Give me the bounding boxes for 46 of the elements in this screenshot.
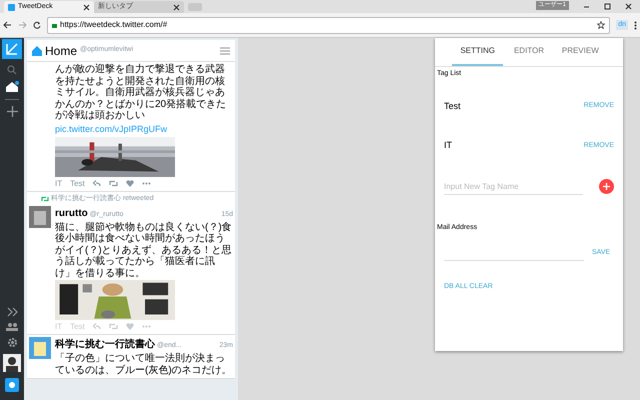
tweet-link[interactable]: pic.twitter.com/vJpIPRgUFw (55, 122, 233, 136)
close-icon[interactable] (625, 3, 632, 10)
plus-icon (603, 183, 610, 190)
retweet-icon[interactable] (108, 180, 118, 187)
tag-input[interactable]: Input New Tag Name (444, 178, 584, 194)
home-icon (32, 46, 42, 56)
like-icon[interactable] (126, 180, 134, 187)
back-icon[interactable] (3, 21, 12, 29)
tweet-text: 「子の色」について唯一法則が決まっているのは、ブルー(灰色)のネコだけ。 (55, 353, 233, 376)
tag-name: Test (444, 100, 461, 112)
tag-label[interactable]: Test (70, 178, 85, 190)
author-name[interactable]: rurutto (55, 206, 88, 220)
lock-icon (52, 22, 57, 28)
tag-label[interactable]: IT (55, 320, 62, 332)
popup-tab[interactable]: PREVIEW (554, 38, 606, 66)
avatar[interactable] (3, 354, 21, 372)
search-icon[interactable] (7, 65, 17, 75)
retweet-icon (41, 196, 49, 202)
forward-icon[interactable] (18, 21, 27, 29)
menu-icon[interactable] (634, 20, 637, 30)
add-column-icon[interactable] (6, 106, 18, 117)
reload-icon[interactable] (33, 21, 41, 29)
filter-icon[interactable] (220, 46, 230, 54)
popup-tab[interactable]: EDITOR (503, 38, 555, 66)
popup-tab[interactable]: SETTING (452, 38, 504, 66)
more-icon[interactable] (142, 182, 151, 185)
restore-icon[interactable] (604, 3, 611, 10)
settings-icon[interactable] (6, 337, 18, 348)
column-title: Home (45, 42, 78, 60)
home-icon[interactable] (5, 81, 19, 93)
compose-button[interactable] (2, 39, 22, 59)
star-icon[interactable] (597, 21, 606, 29)
reply-icon[interactable] (92, 180, 101, 187)
close-icon[interactable] (173, 4, 180, 10)
tweet-text: 猫に、腿節や軟物ものは良くない(？)食後小時間は食べない時間があったほうがイイ(？)とりあえず、あるある！と思う話しが載ってたから「猫医者に訊け」を借りる事に。 (55, 222, 233, 279)
tag-label[interactable]: IT (55, 178, 62, 190)
close-icon[interactable] (83, 4, 90, 10)
address-bar[interactable]: https://tweetdeck.twitter.com/# (47, 16, 610, 34)
tag-label[interactable]: Test (70, 320, 85, 332)
tag-name: IT (444, 139, 452, 152)
tweet-text: んが敵の迎撃を自力で撃退できる武器を持たせようと開発された自衛用の核ミサイル。自衛用武器が核兵器じゃあかんのか？とばかりに20発搭載できたが冷戦は頭おかしい (55, 64, 228, 122)
url-text: https://tweetdeck.twitter.com/# (60, 19, 168, 31)
add-button[interactable] (599, 179, 614, 194)
author-name[interactable]: 科学に挑む一行読書心 (55, 337, 155, 352)
expand-icon[interactable] (6, 307, 18, 317)
accounts-icon[interactable] (6, 323, 18, 331)
